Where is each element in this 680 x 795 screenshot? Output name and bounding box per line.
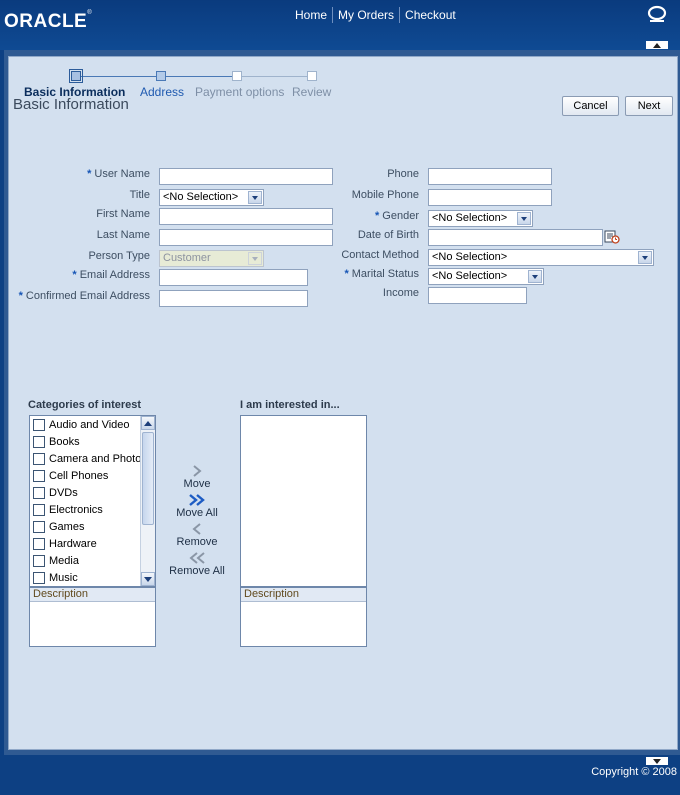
list-item[interactable]: Cell Phones xyxy=(30,467,155,484)
calendar-icon[interactable] xyxy=(604,229,620,244)
checkbox[interactable] xyxy=(33,571,45,584)
interested-header: I am interested in... xyxy=(240,399,340,411)
oracle-logo: ORACLE® xyxy=(4,9,93,32)
move-right-icon xyxy=(193,465,202,477)
nav-my-orders-link[interactable]: My Orders xyxy=(333,8,399,22)
nav-home-link[interactable]: Home xyxy=(290,8,332,22)
collapse-down-button[interactable] xyxy=(646,757,668,765)
list-item[interactable]: Games xyxy=(30,518,155,535)
categories-header: Categories of interest xyxy=(28,399,142,411)
collapse-down-icon xyxy=(653,758,661,764)
train-connector xyxy=(241,76,311,77)
chevron-down-icon xyxy=(248,191,262,204)
gender-select[interactable]: <No Selection> xyxy=(428,210,533,227)
checkbox[interactable] xyxy=(33,554,45,567)
train-label-review: Review xyxy=(292,85,332,99)
checkbox[interactable] xyxy=(33,537,45,550)
marital-status-select[interactable]: <No Selection> xyxy=(428,268,544,285)
checkbox[interactable] xyxy=(33,469,45,482)
user-name-label: * User Name xyxy=(87,168,150,180)
cancel-button[interactable]: Cancel xyxy=(562,96,619,116)
list-scrollbar[interactable] xyxy=(140,416,155,586)
remove-button[interactable]: Remove xyxy=(162,522,232,548)
checkbox[interactable] xyxy=(33,418,45,431)
last-name-input[interactable] xyxy=(159,229,333,246)
categories-items: Audio and Video Books Camera and Photo C… xyxy=(30,416,155,586)
email-input[interactable] xyxy=(159,269,308,286)
mobile-phone-label: Mobile Phone xyxy=(351,189,419,201)
description-label: Description xyxy=(30,588,155,602)
interested-description: Description xyxy=(240,587,367,647)
mobile-phone-input[interactable] xyxy=(428,189,552,206)
chevron-down-icon xyxy=(517,212,531,225)
checkbox[interactable] xyxy=(33,486,45,499)
train-stop-payment xyxy=(232,71,242,81)
collapse-up-icon xyxy=(653,42,661,48)
first-name-input[interactable] xyxy=(159,208,333,225)
train-label-address[interactable]: Address xyxy=(140,85,184,99)
confirm-email-label: * Confirmed Email Address xyxy=(18,290,150,302)
phone-input[interactable] xyxy=(428,168,552,185)
scroll-down-icon[interactable] xyxy=(141,572,155,586)
user-name-input[interactable] xyxy=(159,168,333,185)
marital-status-label: * Marital Status xyxy=(344,268,419,280)
checkbox[interactable] xyxy=(33,452,45,465)
confirm-email-input[interactable] xyxy=(159,290,308,307)
move-button[interactable]: Move xyxy=(162,464,232,490)
train-stop-address[interactable] xyxy=(156,71,166,81)
person-type-select: Customer xyxy=(159,250,264,267)
checkbox[interactable] xyxy=(33,503,45,516)
categories-list[interactable]: Audio and Video Books Camera and Photo C… xyxy=(29,415,156,587)
chevron-down-icon xyxy=(528,270,542,283)
interested-list[interactable] xyxy=(240,415,367,587)
categories-description: Description xyxy=(29,587,156,647)
income-input[interactable] xyxy=(428,287,527,304)
date-of-birth-input[interactable] xyxy=(428,229,603,246)
list-item[interactable]: Music xyxy=(30,569,155,586)
oracle-o-icon[interactable] xyxy=(646,5,668,23)
nav-checkout-link[interactable]: Checkout xyxy=(400,8,461,22)
last-name-label: Last Name xyxy=(96,229,150,241)
person-type-label: Person Type xyxy=(88,250,150,262)
train-stop-basic-info[interactable] xyxy=(69,69,83,83)
move-all-icon xyxy=(189,494,205,506)
list-item[interactable]: Electronics xyxy=(30,501,155,518)
train-label-payment: Payment options xyxy=(195,85,285,99)
list-item[interactable]: Camera and Photo xyxy=(30,450,155,467)
list-item[interactable]: Hardware xyxy=(30,535,155,552)
chevron-down-icon xyxy=(638,251,652,264)
description-label: Description xyxy=(241,588,366,602)
list-item[interactable]: Audio and Video xyxy=(30,416,155,433)
phone-label: Phone xyxy=(387,168,419,180)
checkbox[interactable] xyxy=(33,520,45,533)
remove-all-icon xyxy=(189,552,205,564)
list-item[interactable]: Media xyxy=(30,552,155,569)
global-nav: Home My Orders Checkout xyxy=(290,6,461,24)
scroll-thumb[interactable] xyxy=(142,432,154,525)
email-label: * Email Address xyxy=(72,269,150,281)
title-label: Title xyxy=(129,189,150,201)
next-button[interactable]: Next xyxy=(625,96,673,116)
remove-left-icon xyxy=(192,523,201,535)
list-item[interactable]: DVDs xyxy=(30,484,155,501)
remove-all-button[interactable]: Remove All xyxy=(162,551,232,577)
copyright-text: Copyright © 2008 xyxy=(591,766,677,778)
date-of-birth-label: Date of Birth xyxy=(357,229,419,241)
move-all-button[interactable]: Move All xyxy=(162,493,232,519)
checkbox[interactable] xyxy=(33,435,45,448)
scroll-up-icon[interactable] xyxy=(141,416,155,430)
top-bar: ORACLE® Home My Orders Checkout xyxy=(0,0,680,50)
collapse-up-button[interactable] xyxy=(646,41,668,49)
chevron-down-icon xyxy=(248,252,262,265)
first-name-label: First Name xyxy=(96,208,150,220)
gender-label: * Gender xyxy=(375,210,419,222)
contact-method-select[interactable]: <No Selection> xyxy=(428,249,654,266)
title-select[interactable]: <No Selection> xyxy=(159,189,264,206)
list-item[interactable]: Books xyxy=(30,433,155,450)
income-label: Income xyxy=(382,287,419,299)
page-title: Basic Information xyxy=(13,96,129,113)
train-stop-review xyxy=(307,71,317,81)
contact-method-label: Contact Method xyxy=(341,249,419,261)
